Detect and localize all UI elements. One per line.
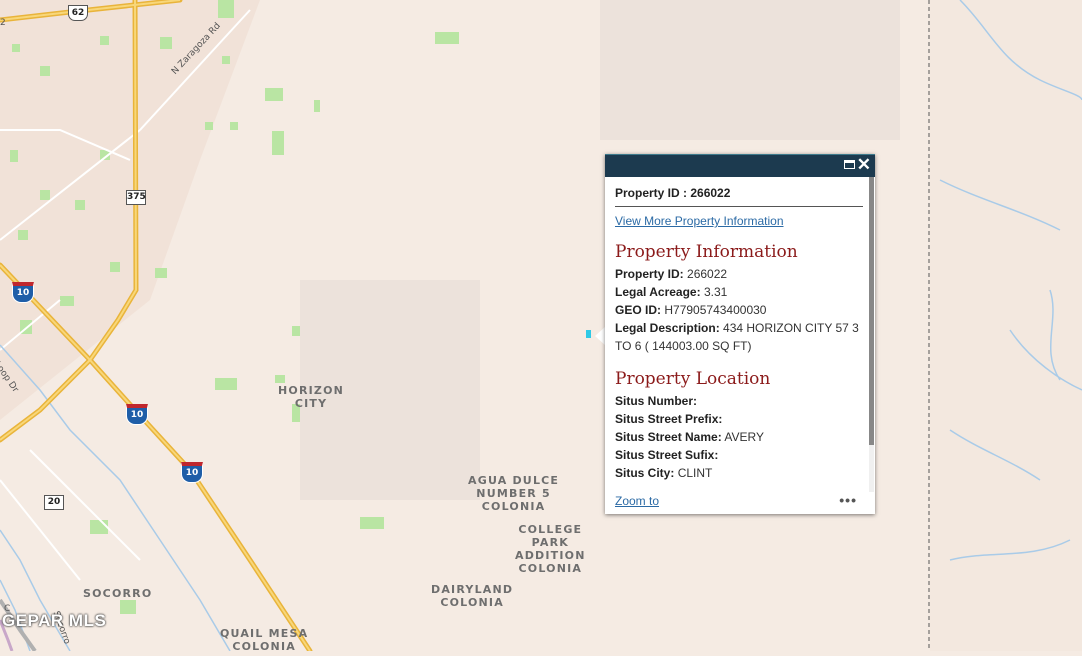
info-row-legal-description: Legal Description: 434 HORIZON CITY 57 3… — [615, 319, 863, 355]
i10-shield-a-label: 10 — [16, 288, 30, 298]
map-canvas[interactable]: 62 375 10 10 10 20 N Zaragoza Rd Loop Dr… — [0, 0, 1082, 654]
place-label-line: COLONIA — [440, 596, 504, 609]
section-title-property-information: Property Information — [615, 242, 798, 262]
info-row-property-id: Property ID: 266022 — [615, 265, 863, 283]
popup-header: ✕ — [605, 154, 875, 177]
row-key: Situs Street Sufix: — [615, 448, 719, 462]
sr-20-shield: 20 — [44, 495, 64, 510]
place-label-college-park: COLLEGE PARK ADDITION COLONIA — [515, 523, 586, 575]
place-label-line: SOCORRO — [83, 587, 153, 600]
place-label-agua-dulce: AGUA DULCE NUMBER 5 COLONIA — [468, 474, 559, 513]
i10-shield-a: 10 — [12, 282, 34, 303]
row-value: CLINT — [677, 466, 713, 480]
place-label-quail-mesa: QUAIL MESA COLONIA — [220, 627, 308, 653]
row-value: AVERY — [724, 430, 764, 444]
row-value: H77905743400030 — [664, 303, 767, 317]
i10-shield-b-label: 10 — [130, 410, 144, 420]
row-key: Legal Description: — [615, 321, 720, 335]
zoom-to-link[interactable]: Zoom to — [615, 494, 659, 508]
watermark: GEPAR MLS — [2, 611, 107, 630]
sr-375-shield-label: 375 — [127, 192, 146, 202]
popup-pointer — [595, 327, 605, 345]
row-key: Situs Street Prefix: — [615, 412, 723, 426]
road-label-edge-left: 2 — [0, 18, 6, 28]
sr-20-shield-label: 20 — [47, 497, 61, 507]
loc-row-situs-city: Situs City: CLINT — [615, 464, 863, 482]
place-label-line: HORIZON — [278, 384, 345, 397]
row-key: Situs Street Name: — [615, 430, 722, 444]
place-label-line: AGUA DULCE — [468, 474, 560, 487]
place-label-horizon-city: HORIZON CITY — [278, 384, 344, 410]
loc-row-situs-street-prefix: Situs Street Prefix: — [615, 410, 863, 428]
place-label-line: PARK — [531, 536, 569, 549]
info-row-legal-acreage: Legal Acreage: 3.31 — [615, 283, 863, 301]
place-label-line: COLLEGE — [518, 523, 583, 536]
property-popup: ✕ Property ID : 266022 View More Propert… — [605, 154, 875, 514]
info-row-geo-id: GEO ID: H77905743400030 — [615, 301, 863, 319]
i10-shield-c-label: 10 — [185, 468, 199, 478]
popup-scrollbar-thumb[interactable] — [869, 177, 874, 445]
close-icon[interactable]: ✕ — [857, 156, 871, 173]
row-key: GEO ID: — [615, 303, 662, 317]
loc-row-situs-number: Situs Number: — [615, 392, 863, 410]
place-label-line: QUAIL MESA — [220, 627, 309, 640]
i10-shield-b: 10 — [126, 404, 148, 425]
popup-divider — [615, 206, 863, 207]
more-options-icon[interactable]: ••• — [839, 492, 857, 508]
place-label-line: ADDITION — [515, 549, 586, 562]
row-key: Situs Number: — [615, 394, 698, 408]
loc-row-situs-street-sufix: Situs Street Sufix: — [615, 446, 863, 464]
row-key: Situs City: — [615, 466, 675, 480]
row-key: Legal Acreage: — [615, 285, 701, 299]
place-label-line: COLONIA — [481, 500, 546, 513]
place-label-socorro: SOCORRO — [83, 587, 152, 600]
row-key: Property ID: — [615, 267, 684, 281]
loc-row-situs-state: Situs State: TX — [615, 482, 863, 484]
loc-row-situs-street-name: Situs Street Name: AVERY — [615, 428, 863, 446]
row-value: 3.31 — [703, 285, 728, 299]
view-more-link[interactable]: View More Property Information — [615, 214, 784, 228]
place-label-line: DAIRYLAND — [431, 583, 514, 596]
place-label-line: COLONIA — [232, 640, 296, 653]
popup-scrollbar[interactable] — [869, 177, 874, 492]
maximize-icon[interactable] — [844, 160, 855, 169]
popup-content[interactable]: Property ID : 266022 View More Property … — [615, 184, 863, 484]
property-id-heading: Property ID : 266022 — [615, 186, 731, 200]
selected-parcel-marker[interactable] — [586, 330, 591, 338]
sr-375-shield: 375 — [126, 190, 146, 205]
us-62-shield: 62 — [68, 5, 88, 21]
section-title-property-location: Property Location — [615, 369, 771, 389]
i10-shield-c: 10 — [181, 462, 203, 483]
place-label-line: COLONIA — [518, 562, 583, 575]
place-label-line: CITY — [294, 397, 328, 410]
row-value: 266022 — [687, 267, 728, 281]
place-label-dairyland: DAIRYLAND COLONIA — [431, 583, 513, 609]
place-label-line: NUMBER 5 — [476, 487, 551, 500]
us-62-shield-label: 62 — [71, 8, 85, 18]
